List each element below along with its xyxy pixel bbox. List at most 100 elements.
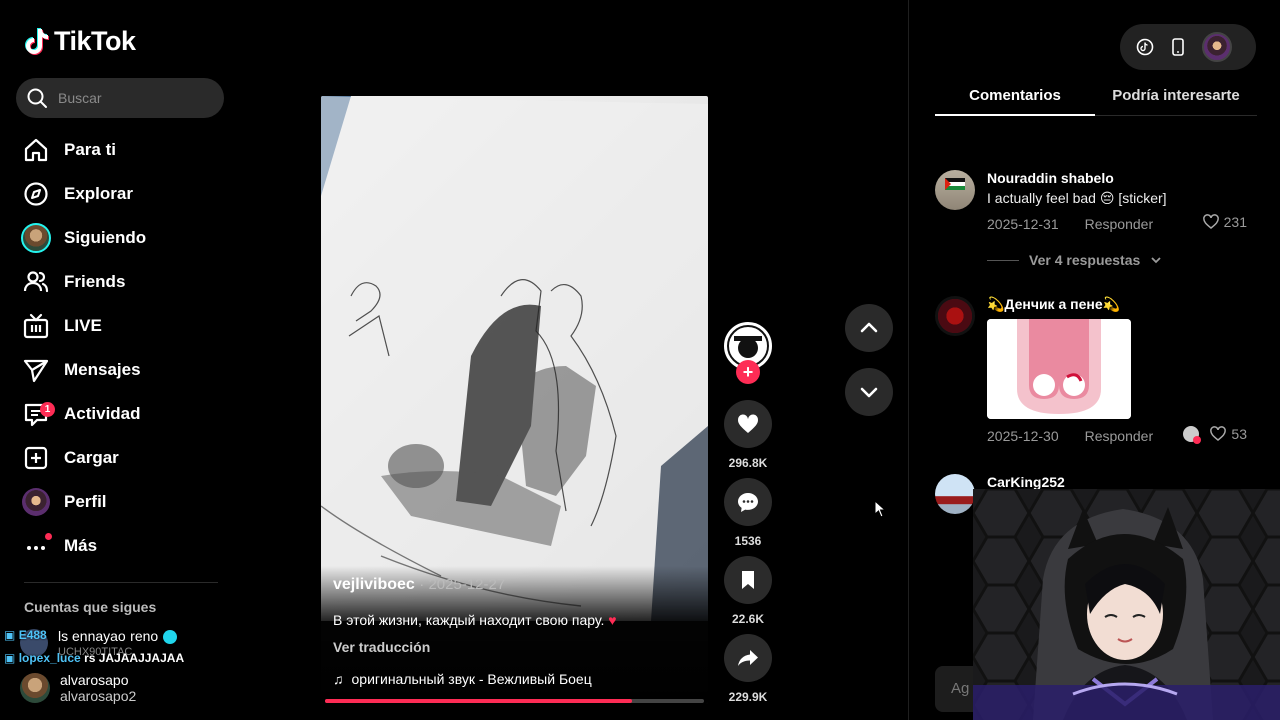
video-progress-bar[interactable] xyxy=(325,699,704,703)
heart-outline-icon xyxy=(1202,214,1219,229)
top-right-controls xyxy=(1120,24,1256,70)
sticker-illustration xyxy=(987,319,1131,419)
next-video-button[interactable] xyxy=(845,368,893,416)
comment-button[interactable] xyxy=(724,478,772,526)
reply-button[interactable]: Responder xyxy=(1085,428,1154,444)
heart-icon xyxy=(737,414,759,433)
creator-profile-button[interactable]: + xyxy=(722,322,774,384)
stream-chat-line: ▣ lopex_luce rs JAJAAJJAJAA xyxy=(4,651,184,665)
nav-label: LIVE xyxy=(64,316,102,335)
nav-item-cargar[interactable]: Cargar xyxy=(20,436,230,480)
video-frame xyxy=(321,96,708,621)
comment-like-count: 53 xyxy=(1231,426,1247,442)
home-icon xyxy=(24,138,48,162)
account-name: ls ennayao xyxy=(58,628,126,644)
account-handle: alvarosapo2 xyxy=(60,688,137,704)
commenter-name[interactable]: 💫Денчик а пене💫 xyxy=(987,296,1257,313)
commenter-name[interactable]: Nouraddin shabelo xyxy=(987,170,1257,186)
tab-podria-interesarte[interactable]: Podría interesarte xyxy=(1095,80,1257,116)
send-icon xyxy=(23,359,49,383)
commenter-avatar[interactable] xyxy=(935,170,975,210)
nav-item-actividad[interactable]: 1 Actividad xyxy=(20,392,230,436)
nav-label: Mensajes xyxy=(64,360,141,379)
chat-badge-icon: ▣ xyxy=(4,628,16,642)
friends-icon xyxy=(23,271,49,293)
comment-meta: 2025-12-30 Responder 53 xyxy=(987,425,1257,447)
like-action[interactable]: 296.8K xyxy=(722,400,774,470)
nav-item-mas[interactable]: Más xyxy=(20,524,230,568)
comment-date: 2025-12-31 xyxy=(987,216,1059,232)
comment-like-button[interactable]: 53 xyxy=(1183,425,1247,444)
sidebar: TikTok Para ti Explorar Siguiendo Friend… xyxy=(0,0,240,720)
commenter-avatar[interactable] xyxy=(935,296,975,336)
follow-plus-button[interactable]: + xyxy=(736,360,760,384)
chevron-down-icon xyxy=(860,387,878,398)
tiktok-logo-icon xyxy=(25,27,49,55)
following-avatar xyxy=(21,223,51,253)
video-author[interactable]: vejliviboec xyxy=(333,576,415,593)
nav-item-friends[interactable]: Friends xyxy=(20,260,230,304)
nav-label: Actividad xyxy=(64,404,141,423)
save-count: 22.6K xyxy=(731,612,765,626)
share-button[interactable] xyxy=(724,634,772,682)
user-avatar[interactable] xyxy=(1202,32,1232,62)
reply-button[interactable]: Responder xyxy=(1085,216,1154,232)
replies-divider xyxy=(987,259,1019,261)
comment-count: 1536 xyxy=(734,534,762,548)
comment-date: 2025-12-30 xyxy=(987,428,1059,444)
nav-label: Explorar xyxy=(64,184,133,203)
like-button[interactable] xyxy=(724,400,772,448)
tiktok-coin-icon[interactable] xyxy=(1136,38,1154,56)
account-name: alvarosapo xyxy=(60,672,129,688)
music-note-icon: ♫ xyxy=(333,671,344,687)
previous-video-button[interactable] xyxy=(845,304,893,352)
view-replies-button[interactable]: Ver 4 respuestas xyxy=(987,252,1162,268)
nav-item-perfil[interactable]: Perfil xyxy=(20,480,230,524)
search-input[interactable] xyxy=(58,90,208,106)
stream-chat-line: ▣ E488 xyxy=(4,628,47,642)
video-author-line[interactable]: vejliviboec · 2025-12-27 xyxy=(333,576,505,594)
translate-link[interactable]: Ver traducción xyxy=(333,639,430,655)
save-action[interactable]: 22.6K xyxy=(722,556,774,626)
tab-comentarios[interactable]: Comentarios xyxy=(935,80,1095,116)
comment-like-button[interactable]: 231 xyxy=(1202,213,1247,231)
vtuber-avatar-image xyxy=(973,489,1280,720)
nav-label: Friends xyxy=(64,272,126,291)
panel-tabs: Comentarios Podría interesarte xyxy=(935,80,1257,116)
creator-liked-avatar xyxy=(1183,426,1202,444)
nav-item-para-ti[interactable]: Para ti xyxy=(20,128,230,172)
upload-icon xyxy=(24,446,48,470)
music-title: оригинальный звук - Вежливый Боец xyxy=(351,671,592,687)
chat-badge-icon: ▣ xyxy=(4,651,16,665)
comment-item: Nouraddin shabelo I actually feel bad 😔 … xyxy=(935,170,1257,250)
save-button[interactable] xyxy=(724,556,772,604)
search-icon xyxy=(27,88,47,108)
share-action[interactable]: 229.9K xyxy=(722,634,774,704)
nav-label: Cargar xyxy=(64,448,119,467)
search-bar[interactable] xyxy=(16,78,224,118)
video-player[interactable]: vejliviboec · 2025-12-27 В этой жизни, к… xyxy=(321,96,708,704)
nav-item-siguiendo[interactable]: Siguiendo xyxy=(20,216,230,260)
account-name-extra: reno xyxy=(130,628,159,644)
chat-user: lopex_luce xyxy=(18,651,81,665)
comment-sticker-image[interactable] xyxy=(987,319,1131,419)
video-music-link[interactable]: ♫ оригинальный звук - Вежливый Боец xyxy=(333,671,592,687)
commenter-avatar[interactable] xyxy=(935,474,975,514)
like-count: 296.8K xyxy=(728,456,768,470)
notification-dot xyxy=(45,533,52,540)
comment-action[interactable]: 1536 xyxy=(722,478,774,548)
following-account[interactable]: alvarosapo alvarosapo2 xyxy=(20,672,136,704)
profile-avatar xyxy=(22,488,50,516)
nav-item-mensajes[interactable]: Mensajes xyxy=(20,348,230,392)
comment-like-count: 231 xyxy=(1223,214,1247,230)
live-icon xyxy=(23,313,49,339)
nav-item-live[interactable]: LIVE xyxy=(20,304,230,348)
following-section-title: Cuentas que sigues xyxy=(24,599,157,615)
phone-icon[interactable] xyxy=(1170,38,1186,56)
sidebar-divider xyxy=(24,582,218,583)
commenter-name[interactable]: CarKing252 xyxy=(987,474,1257,490)
tiktok-logo[interactable]: TikTok xyxy=(24,26,136,57)
video-progress-fill xyxy=(325,699,632,703)
nav-item-explorar[interactable]: Explorar xyxy=(20,172,230,216)
share-count: 229.9K xyxy=(728,690,768,704)
